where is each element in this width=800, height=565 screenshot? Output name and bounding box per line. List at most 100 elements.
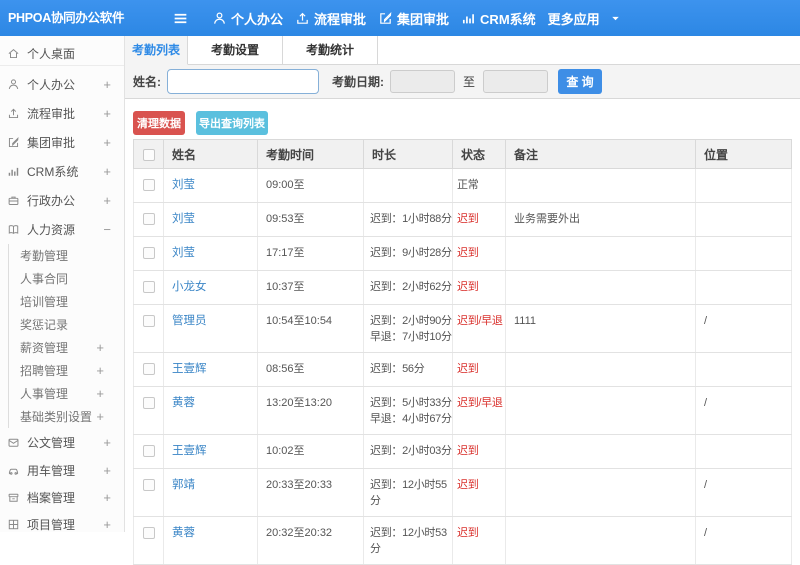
employee-name-link[interactable]: 郭靖 <box>172 479 195 491</box>
row-checkbox[interactable] <box>142 315 155 327</box>
row-checkbox[interactable] <box>142 247 155 259</box>
employee-name-link[interactable]: 王壹辉 <box>172 445 207 457</box>
row-checkbox-cell <box>133 352 164 387</box>
expand-icon[interactable]: + <box>103 517 111 532</box>
duration-line2: 早退：7小时10分 <box>370 331 452 343</box>
table-row-4: 管理员 10:54至10:54 迟到：2小时90分 早退：7小时10分 迟到/早退 111… <box>133 304 792 353</box>
expand-icon[interactable]: + <box>103 490 111 505</box>
sidebar-item-label: 档案管理 <box>27 491 76 505</box>
table-row-2: 刘莹 17:17至 迟到：9小时28分 迟到 <box>133 236 792 271</box>
row-checkbox[interactable] <box>142 527 155 539</box>
expand-icon[interactable]: + <box>103 193 111 208</box>
share-icon <box>7 107 20 120</box>
document-icon <box>7 436 20 449</box>
name-filter-input[interactable] <box>167 69 319 94</box>
employee-name-link[interactable]: 黄蓉 <box>172 397 195 409</box>
clean-data-button[interactable]: 清理数据 <box>133 111 185 135</box>
cell-status: 迟到 <box>452 270 506 305</box>
row-checkbox[interactable] <box>142 445 155 457</box>
sidebar-subitem-6[interactable]: 人事管理 + <box>9 382 124 405</box>
expand-icon[interactable]: + <box>96 363 104 378</box>
expand-icon[interactable]: + <box>103 463 111 478</box>
col-duration: 时长 <box>363 139 453 169</box>
cell-duration: 迟到：12小时53分 <box>363 516 453 565</box>
tab-0[interactable]: 考勤列表 <box>125 36 188 65</box>
nav-item-1[interactable]: 流程审批 <box>295 9 366 28</box>
sidebar-item-8[interactable]: 用车管理 + <box>0 457 124 484</box>
cell-location: / <box>695 386 792 435</box>
sidebar-subitem-7[interactable]: 基础类别设置 + <box>9 405 124 428</box>
row-checkbox[interactable] <box>142 213 155 225</box>
row-checkbox[interactable] <box>142 363 155 375</box>
sidebar-subitem-2[interactable]: 培训管理 <box>9 290 124 313</box>
export-list-button[interactable]: 导出查询列表 <box>196 111 268 135</box>
expand-icon[interactable]: + <box>96 386 104 401</box>
nav-item-4[interactable]: 更多应用 <box>548 9 622 28</box>
nav-item-3[interactable]: CRM系统 <box>461 9 536 28</box>
collapse-icon[interactable]: − <box>103 222 111 237</box>
expand-icon[interactable]: + <box>103 435 111 450</box>
row-checkbox[interactable] <box>142 479 155 491</box>
sidebar-item-6[interactable]: 人力资源 − <box>0 215 124 244</box>
cell-duration: 迟到：2小时62分 <box>363 270 453 305</box>
sidebar-item-2[interactable]: 流程审批 + <box>0 99 124 128</box>
table-row-6: 黄蓉 13:20至13:20 迟到：5小时33分 早退：4小时67分 迟到/早退 / <box>133 386 792 435</box>
tab-bar: 考勤列表 考勤设置 考勤统计 <box>125 36 800 65</box>
table-row-8: 郭靖 20:33至20:33 迟到：12小时55分 迟到 / <box>133 468 792 517</box>
sidebar-subitem-4[interactable]: 薪资管理 + <box>9 336 124 359</box>
row-checkbox[interactable] <box>142 281 155 293</box>
cell-name: 黄蓉 <box>163 516 258 565</box>
employee-name-link[interactable]: 刘莹 <box>172 179 195 191</box>
row-checkbox[interactable] <box>142 397 155 409</box>
cell-duration: 迟到：2小时90分 早退：7小时10分 <box>363 304 453 353</box>
cell-location: / <box>695 516 792 565</box>
duration-line1: 迟到：12小时55分 <box>370 479 447 507</box>
sidebar-subitem-1[interactable]: 人事合同 <box>9 267 124 290</box>
name-filter-label: 姓名: <box>133 75 161 89</box>
sidebar-item-4[interactable]: CRM系统 + <box>0 157 124 186</box>
sidebar-subitem-3[interactable]: 奖惩记录 <box>9 313 124 336</box>
expand-icon[interactable]: + <box>103 135 111 150</box>
row-checkbox-cell <box>133 468 164 517</box>
sidebar-subitem-5[interactable]: 招聘管理 + <box>9 359 124 382</box>
tab-1[interactable]: 考勤设置 <box>188 36 283 65</box>
employee-name-link[interactable]: 小龙女 <box>172 281 207 293</box>
nav-item-2[interactable]: 集团审批 <box>378 9 449 28</box>
sidebar-item-3[interactable]: 集团审批 + <box>0 128 124 157</box>
hamburger-menu-icon[interactable] <box>172 10 189 30</box>
app-logo: PHPOA协同办公软件 <box>8 11 125 25</box>
book-icon <box>7 223 20 236</box>
select-all-checkbox[interactable] <box>142 148 155 161</box>
employee-name-link[interactable]: 王壹辉 <box>172 363 207 375</box>
row-checkbox-cell <box>133 202 164 237</box>
sidebar-item-7[interactable]: 公文管理 + <box>0 428 124 457</box>
expand-icon[interactable]: + <box>103 77 111 92</box>
cell-location <box>695 434 792 469</box>
sidebar-item-9[interactable]: 档案管理 + <box>0 484 124 511</box>
nav-item-0[interactable]: 个人办公 <box>212 9 283 28</box>
sidebar-subitem-0[interactable]: 考勤管理 <box>9 244 124 267</box>
expand-icon[interactable]: + <box>96 409 104 424</box>
row-checkbox[interactable] <box>142 179 155 191</box>
sidebar-subitem-label: 薪资管理 <box>20 341 69 355</box>
expand-icon[interactable]: + <box>103 164 111 179</box>
sidebar-item-1[interactable]: 个人办公 + <box>0 70 124 99</box>
employee-name-link[interactable]: 黄蓉 <box>172 527 195 539</box>
date-to-input[interactable] <box>483 70 549 93</box>
employee-name-link[interactable]: 刘莹 <box>172 247 195 259</box>
employee-name-link[interactable]: 管理员 <box>172 315 207 327</box>
sidebar-subitem-label: 人事合同 <box>20 272 69 286</box>
table-row-7: 王壹辉 10:02至 迟到：2小时03分 迟到 <box>133 434 792 469</box>
sidebar-item-5[interactable]: 行政办公 + <box>0 186 124 215</box>
date-from-input[interactable] <box>390 70 455 93</box>
expand-icon[interactable]: + <box>96 340 104 355</box>
employee-name-link[interactable]: 刘莹 <box>172 213 195 225</box>
sidebar-item-10[interactable]: 项目管理 + <box>0 511 124 538</box>
expand-icon[interactable]: + <box>103 106 111 121</box>
tab-2[interactable]: 考勤统计 <box>283 36 378 65</box>
query-button[interactable]: 查 询 <box>558 69 603 94</box>
top-navbar: PHPOA协同办公软件 个人办公 流程审批 集团审批 CRM系统 更多应用 <box>0 0 800 36</box>
col-location: 位置 <box>695 139 792 169</box>
sidebar-item-0[interactable]: 个人桌面 <box>0 42 124 66</box>
nav-item-label: CRM系统 <box>480 11 536 27</box>
